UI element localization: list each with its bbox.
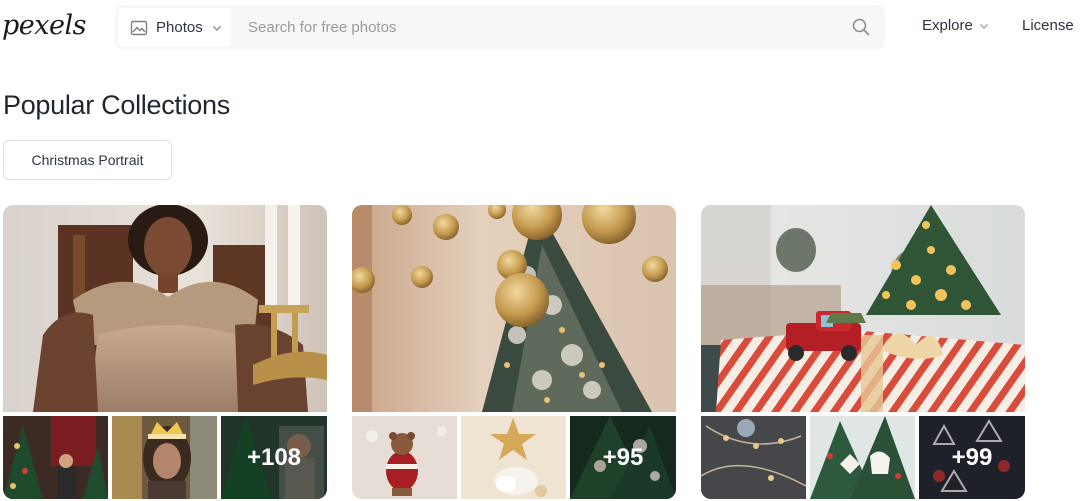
collection-thumbnail[interactable]: +108: [221, 416, 327, 499]
explore-menu[interactable]: Explore: [922, 17, 989, 34]
search-input[interactable]: [248, 5, 828, 50]
collection-filter-chip[interactable]: Christmas Portrait: [3, 140, 172, 180]
chevron-down-icon: [979, 21, 989, 31]
collection-thumbnail[interactable]: +99: [919, 416, 1025, 499]
collection-card[interactable]: +99: [701, 205, 1025, 499]
media-type-dropdown[interactable]: Photos: [118, 8, 231, 47]
more-count-badge: +108: [221, 416, 327, 499]
collection-thumbnail[interactable]: [352, 416, 457, 499]
collection-cover-image[interactable]: [701, 205, 1025, 412]
collection-thumbnail[interactable]: [461, 416, 566, 499]
collection-thumbnail[interactable]: +95: [570, 416, 676, 499]
media-type-label: Photos: [156, 19, 203, 36]
more-count-badge: +95: [570, 416, 676, 499]
collection-thumbnail[interactable]: [3, 416, 108, 499]
collection-card[interactable]: +95: [352, 205, 676, 499]
top-header: pexels Photos Explore License: [0, 0, 1080, 56]
explore-label: Explore: [922, 17, 973, 34]
collection-cover-image[interactable]: [352, 205, 676, 412]
collection-cover-image[interactable]: [3, 205, 327, 412]
image-icon: [130, 19, 148, 37]
page-title: Popular Collections: [3, 90, 230, 120]
search-icon[interactable]: [851, 17, 871, 37]
collection-thumbnail[interactable]: [810, 416, 915, 499]
collection-thumbnail[interactable]: [112, 416, 217, 499]
search-bar: Photos: [115, 5, 885, 50]
license-link[interactable]: License: [1022, 17, 1074, 34]
collection-thumbnail[interactable]: [701, 416, 806, 499]
pexels-logo[interactable]: pexels: [2, 10, 86, 41]
more-count-badge: +99: [919, 416, 1025, 499]
collection-card[interactable]: +108: [3, 205, 327, 499]
chevron-down-icon: [212, 23, 222, 33]
